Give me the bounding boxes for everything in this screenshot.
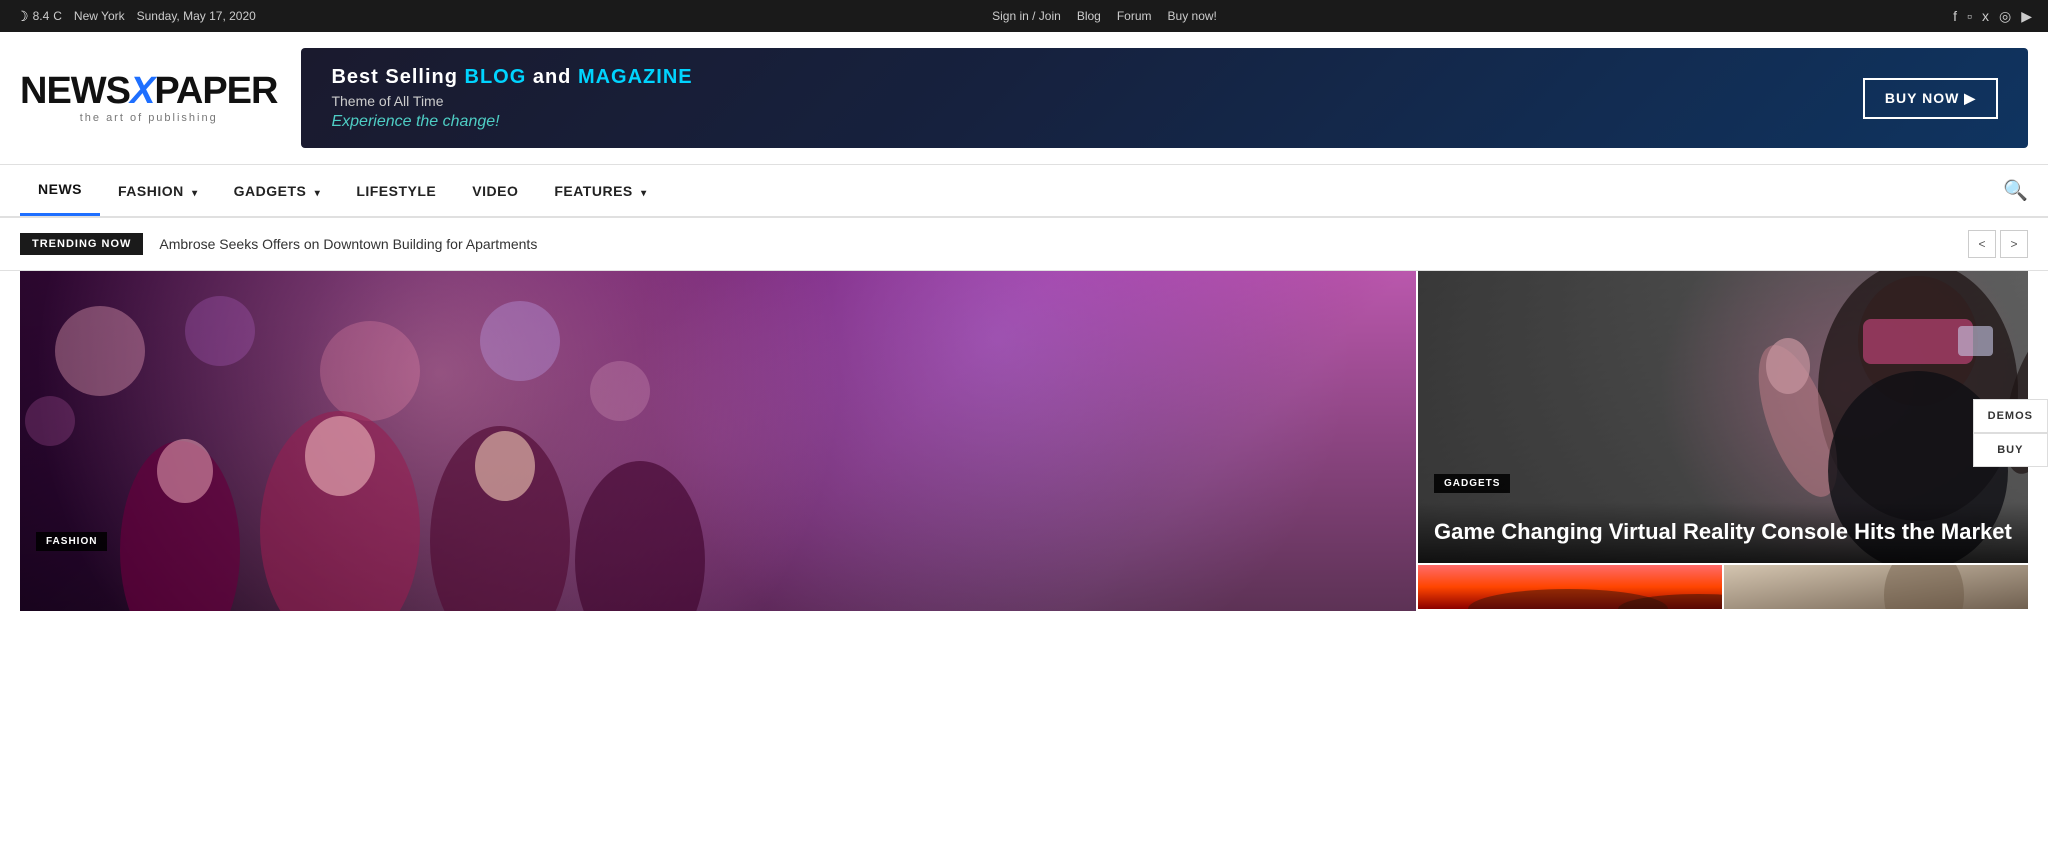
nav-item-features[interactable]: FEATURES ▾ <box>536 167 664 215</box>
facebook-icon[interactable]: f <box>1953 8 1957 24</box>
ad-sub-text: Theme of All Time <box>331 93 692 109</box>
trending-text: Ambrose Seeks Offers on Downtown Buildin… <box>159 236 1952 252</box>
featured-right: GADGETS Game Changing Virtual Reality Co… <box>1418 271 2028 611</box>
demos-button[interactable]: DEMOS <box>1973 399 2048 433</box>
ad-line1c: and <box>526 66 578 88</box>
featured-left-article[interactable]: FASHION <box>20 271 1416 611</box>
date: Sunday, May 17, 2020 <box>137 9 256 23</box>
ad-magazine-highlight: MAGAZINE <box>578 66 693 88</box>
ad-tagline: Experience the change! <box>331 113 692 131</box>
vr-article-title-overlay: Game Changing Virtual Reality Console Hi… <box>1418 502 2028 563</box>
vimeo-icon[interactable]: ◎ <box>1999 8 2011 25</box>
trending-bar: TRENDING NOW Ambrose Seeks Offers on Dow… <box>0 218 2048 271</box>
location: New York <box>74 9 125 23</box>
trending-badge: TRENDING NOW <box>20 233 143 255</box>
logo-x: X <box>130 70 154 112</box>
ad-banner: Best Selling BLOG and MAGAZINE Theme of … <box>301 48 2028 148</box>
features-chevron: ▾ <box>641 188 647 199</box>
logo-part2: PAPER <box>154 70 277 112</box>
ad-text: Best Selling BLOG and MAGAZINE Theme of … <box>331 66 692 131</box>
main-nav: NEWS FASHION ▾ GADGETS ▾ LIFESTYLE VIDEO… <box>0 164 2048 218</box>
person2-svg <box>1724 565 2028 609</box>
vr-article-title: Game Changing Virtual Reality Console Hi… <box>1434 518 2012 547</box>
top-bar-left: ☽ 8.4 C New York Sunday, May 17, 2020 <box>16 8 256 25</box>
top-bar-social: f ▫ x ◎ ▶ <box>1953 8 2032 25</box>
blog-link[interactable]: Blog <box>1077 9 1101 23</box>
instagram-icon[interactable]: ▫ <box>1967 8 1972 24</box>
ad-blog-highlight: BLOG <box>465 66 527 88</box>
nav-item-video[interactable]: VIDEO <box>454 167 536 215</box>
buy-now-link[interactable]: Buy now! <box>1168 9 1217 23</box>
nav-item-news[interactable]: NEWS <box>20 165 100 216</box>
gadgets-chevron: ▾ <box>315 188 321 199</box>
vr-article-category: GADGETS <box>1434 474 1510 493</box>
signin-link[interactable]: Sign in / Join <box>992 9 1061 23</box>
buy-button[interactable]: BUY <box>1973 433 2048 467</box>
nav-item-fashion[interactable]: FASHION ▾ <box>100 167 216 215</box>
logo[interactable]: NEWSXPAPER <box>20 72 277 110</box>
top-bar-center: Sign in / Join Blog Forum Buy now! <box>992 9 1217 23</box>
person2-image <box>1724 565 2028 609</box>
ad-buy-button[interactable]: BUY NOW <box>1863 78 1998 119</box>
ad-line1a: Best Selling <box>331 66 464 88</box>
trending-next-button[interactable]: > <box>2000 230 2028 258</box>
weather-icon: ☽ <box>16 8 29 25</box>
nav-items: NEWS FASHION ▾ GADGETS ▾ LIFESTYLE VIDEO… <box>20 165 665 216</box>
logo-part1: NEWS <box>20 70 130 112</box>
main-content: FASHION <box>0 271 2048 611</box>
temperature: 8.4 <box>33 9 50 23</box>
bottom-thumbnails <box>1418 565 2028 609</box>
sky-svg <box>1418 565 1722 609</box>
header: NEWSXPAPER the art of publishing Best Se… <box>0 32 2048 164</box>
fashion-chevron: ▾ <box>192 188 198 199</box>
sky-image <box>1418 565 1722 609</box>
bottom-thumb-1[interactable] <box>1418 565 1722 609</box>
party-svg <box>20 271 1416 611</box>
bottom-thumb-2[interactable] <box>1724 565 2028 609</box>
trending-nav: < > <box>1968 230 2028 258</box>
vr-article[interactable]: GADGETS Game Changing Virtual Reality Co… <box>1418 271 2028 563</box>
forum-link[interactable]: Forum <box>1117 9 1152 23</box>
trending-prev-button[interactable]: < <box>1968 230 1996 258</box>
nav-item-lifestyle[interactable]: LIFESTYLE <box>338 167 454 215</box>
logo-subtitle: the art of publishing <box>80 112 218 124</box>
weather-badge: ☽ 8.4 C <box>16 8 62 25</box>
left-article-category: FASHION <box>36 532 107 551</box>
party-image <box>20 271 1416 611</box>
logo-area: NEWSXPAPER the art of publishing <box>20 72 277 124</box>
search-button[interactable]: 🔍 <box>2003 178 2028 203</box>
twitter-icon[interactable]: x <box>1982 8 1989 24</box>
ad-main-text: Best Selling BLOG and MAGAZINE <box>331 66 692 89</box>
side-buttons: DEMOS BUY <box>1973 399 2048 467</box>
temp-unit: C <box>53 9 62 23</box>
youtube-icon[interactable]: ▶ <box>2021 8 2032 25</box>
top-bar: ☽ 8.4 C New York Sunday, May 17, 2020 Si… <box>0 0 2048 32</box>
nav-item-gadgets[interactable]: GADGETS ▾ <box>216 167 339 215</box>
